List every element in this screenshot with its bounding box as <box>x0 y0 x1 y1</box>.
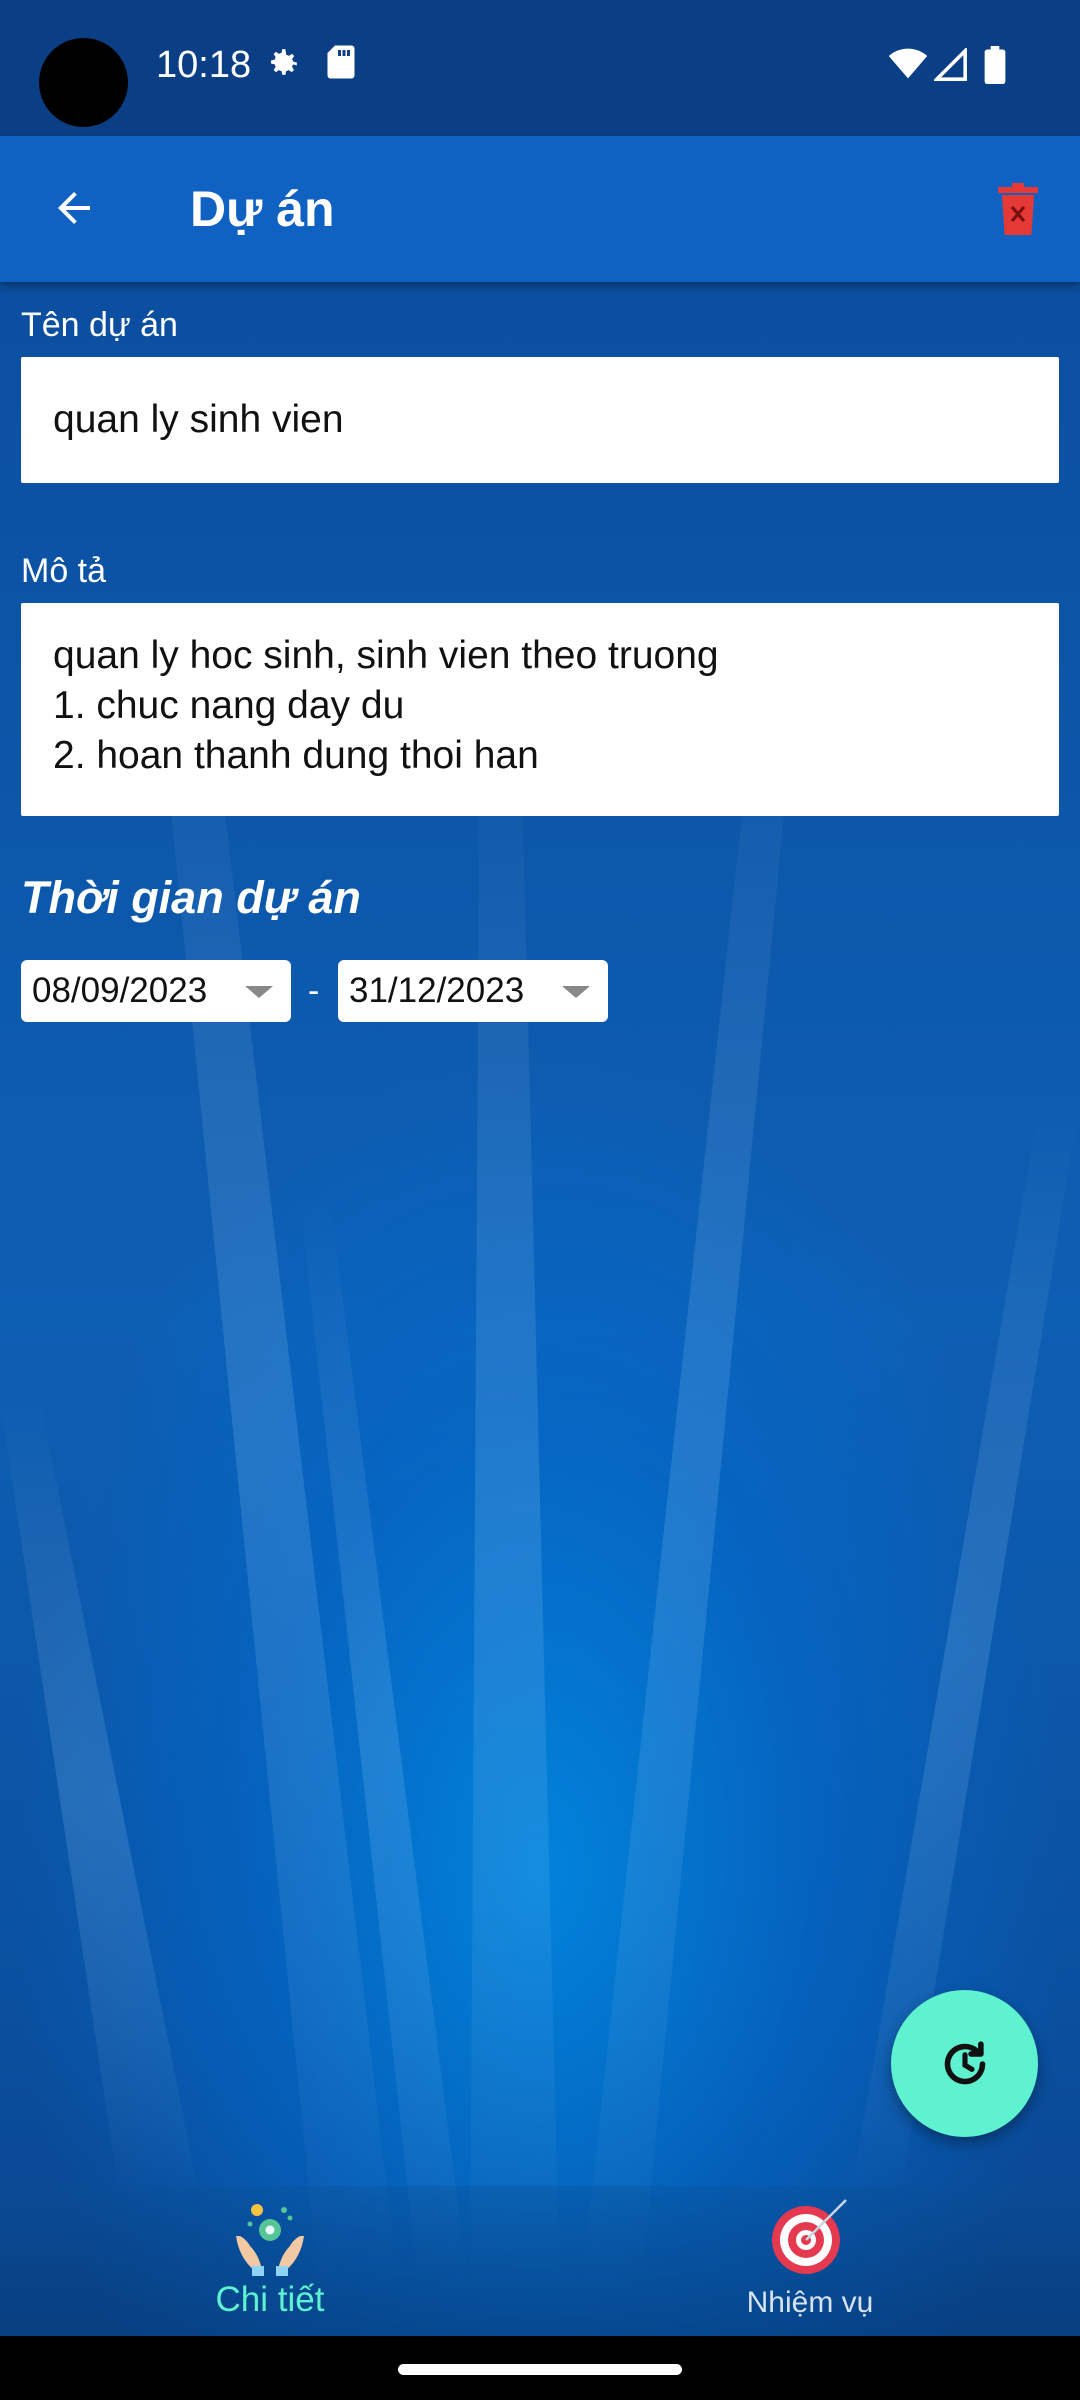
nav-item-details[interactable]: Chi tiết <box>0 2186 540 2336</box>
delete-button[interactable] <box>988 176 1048 242</box>
wifi-icon <box>888 48 928 85</box>
history-icon <box>944 2040 985 2084</box>
hands-gear-icon <box>236 2204 304 2276</box>
nav-label-tasks: Nhiệm vụ <box>746 2286 874 2319</box>
end-date-dropdown[interactable]: 31/12/2023 <box>338 960 608 1022</box>
target-icon <box>772 2199 847 2274</box>
camera-cutout <box>39 38 128 127</box>
status-time: 10:18 <box>156 44 252 86</box>
chevron-down-icon <box>245 986 273 998</box>
nav-label-details: Chi tiết <box>215 2280 325 2319</box>
trash-icon <box>998 183 1038 235</box>
project-name-input[interactable]: quan ly sinh vien <box>21 357 1059 483</box>
date-separator: - <box>308 972 320 1010</box>
project-period-title: Thời gian dự án <box>21 872 361 923</box>
gesture-bar <box>0 2336 1080 2400</box>
screen: 10:18 Dự án Tên dự án quan ly sinh vien … <box>0 0 1080 2400</box>
start-date-dropdown[interactable]: 08/09/2023 <box>21 960 291 1022</box>
app-bar: Dự án <box>0 136 1080 282</box>
status-bar: 10:18 <box>0 0 1080 136</box>
project-name-label: Tên dự án <box>21 306 178 344</box>
history-fab-button[interactable] <box>891 1990 1038 2137</box>
description-label: Mô tả <box>21 552 107 590</box>
sd-card-icon <box>326 44 356 85</box>
settings-gear-icon <box>262 44 302 89</box>
bottom-navigation: Chi tiết Nhiệm vụ <box>0 2186 1080 2336</box>
back-button[interactable] <box>38 172 110 244</box>
arrow-back-icon <box>58 192 90 224</box>
battery-icon <box>984 46 1006 89</box>
chevron-down-icon <box>562 986 590 998</box>
description-input[interactable]: quan ly hoc sinh, sinh vien theo truong … <box>21 603 1059 816</box>
nav-item-tasks[interactable]: Nhiệm vụ <box>540 2186 1080 2336</box>
page-title: Dự án <box>190 181 335 237</box>
start-date-value: 08/09/2023 <box>32 971 208 1010</box>
cell-signal-icon <box>932 46 968 87</box>
end-date-value: 31/12/2023 <box>349 971 525 1010</box>
home-gesture-handle[interactable] <box>398 2364 682 2375</box>
